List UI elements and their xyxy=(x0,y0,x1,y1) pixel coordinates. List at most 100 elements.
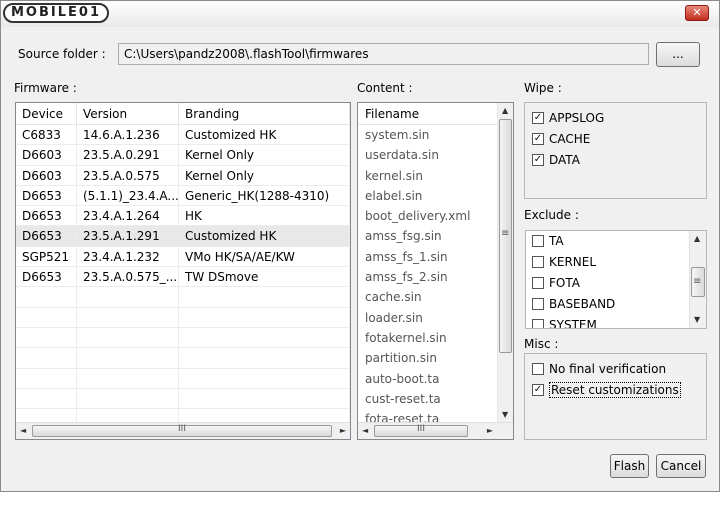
wipe-data-checkbox[interactable]: ✓ DATA xyxy=(532,151,580,169)
cell-branding: Customized HK xyxy=(179,226,350,246)
checkbox-box[interactable] xyxy=(532,256,544,268)
no-final-verification-checkbox[interactable]: No final verification xyxy=(532,360,666,378)
list-item[interactable]: cache.sin xyxy=(358,287,498,307)
table-row[interactable]: D6653 23.4.A.1.264 HK xyxy=(16,206,350,227)
cell-version: 14.6.A.1.236 xyxy=(77,125,179,145)
table-row[interactable]: D6653 23.5.A.0.575_... TW DSmove xyxy=(16,267,350,288)
content-horizontal-scrollbar[interactable]: ◄ III ► xyxy=(358,422,513,439)
cell-version xyxy=(77,368,179,388)
cell-version: 23.5.A.0.575_... xyxy=(77,267,179,287)
list-item[interactable]: partition.sin xyxy=(358,348,498,368)
exclude-vertical-scrollbar[interactable]: ▲ ≡ ▼ xyxy=(689,231,706,328)
checkbox-box[interactable]: ✓ xyxy=(532,112,544,124)
flash-button[interactable]: Flash xyxy=(610,454,649,478)
firmware-rows: C6833 14.6.A.1.236 Customized HK D6603 23.5.… xyxy=(16,125,350,430)
scroll-thumb[interactable]: III xyxy=(32,424,332,437)
wipe-appslog-checkbox[interactable]: ✓ APPSLOG xyxy=(532,109,604,127)
list-item[interactable]: cust-reset.ta xyxy=(358,389,498,409)
list-item[interactable]: kernel.sin xyxy=(358,166,498,186)
list-item[interactable]: fotakernel.sin xyxy=(358,328,498,348)
list-item[interactable]: boot_delivery.xml xyxy=(358,206,498,226)
scroll-right-icon[interactable]: ► xyxy=(340,423,346,439)
list-item[interactable]: loader.sin xyxy=(358,308,498,328)
list-item[interactable]: system.sin xyxy=(358,125,498,145)
exclude-list[interactable]: TA KERNEL FOTA BASEBAND SYSTEM ▲ ≡ ▼ xyxy=(525,230,707,329)
checkbox-box[interactable] xyxy=(532,363,544,375)
table-row[interactable]: D6653 (5.1.1)_23.4.A... Generic_HK(1288-43… xyxy=(16,185,350,207)
cell-device xyxy=(16,388,77,409)
scroll-thumb[interactable]: ≡ xyxy=(691,267,705,297)
table-row xyxy=(16,287,350,308)
cell-branding: Generic_HK(1288-4310) xyxy=(179,185,350,206)
cell-branding xyxy=(179,368,350,388)
column-header-device[interactable]: Device xyxy=(16,103,77,124)
checkbox-label: APPSLOG xyxy=(549,111,605,125)
checkbox-box[interactable]: ✓ xyxy=(532,384,544,396)
table-row[interactable]: D6603 23.5.A.0.291 Kernel Only xyxy=(16,145,350,166)
content-items: system.sin userdata.sin kernel.sin elabel.s… xyxy=(358,125,513,429)
wipe-cache-checkbox[interactable]: ✓ CACHE xyxy=(532,130,590,148)
table-row[interactable]: D6603 23.5.A.0.575 Kernel Only xyxy=(16,165,350,186)
source-folder-input[interactable]: C:\Users\pandz2008\.flashTool\firmwares xyxy=(118,43,649,65)
scroll-up-icon[interactable]: ▲ xyxy=(694,231,700,247)
checkbox-label: BASEBAND xyxy=(549,297,616,311)
title-bar[interactable]: MOBILE01 ✕ xyxy=(1,1,719,27)
cancel-button[interactable]: Cancel xyxy=(656,454,706,478)
checkbox-box[interactable] xyxy=(532,277,544,289)
checkbox-box[interactable] xyxy=(532,319,544,328)
cell-version: (5.1.1)_23.4.A... xyxy=(77,185,179,206)
list-item[interactable]: amss_fs_2.sin xyxy=(358,267,498,287)
scroll-thumb[interactable]: III xyxy=(374,424,468,437)
cell-version: 23.5.A.0.291 xyxy=(77,145,179,165)
browse-button[interactable]: ... xyxy=(656,42,700,67)
checkbox-label: KERNEL xyxy=(549,255,597,269)
reset-customizations-checkbox[interactable]: ✓ Reset customizations xyxy=(532,381,681,399)
checkbox-box[interactable]: ✓ xyxy=(532,154,544,166)
exclude-baseband-checkbox[interactable]: BASEBAND xyxy=(532,295,615,313)
scroll-thumb[interactable]: ≡ xyxy=(499,119,512,353)
checkbox-box[interactable] xyxy=(532,235,544,247)
cell-version xyxy=(77,287,179,307)
scroll-up-icon[interactable]: ▲ xyxy=(502,103,508,119)
cell-branding xyxy=(179,348,350,368)
close-button[interactable]: ✕ xyxy=(685,5,709,21)
cell-branding: Customized HK xyxy=(179,125,350,145)
cell-device: D6603 xyxy=(16,145,77,165)
checkbox-label: CACHE xyxy=(549,132,591,146)
column-header-filename[interactable]: Filename xyxy=(358,103,498,125)
column-header-version[interactable]: Version xyxy=(77,103,179,124)
scroll-down-icon[interactable]: ▼ xyxy=(502,407,508,423)
exclude-kernel-checkbox[interactable]: KERNEL xyxy=(532,253,596,271)
checkbox-box[interactable]: ✓ xyxy=(532,133,544,145)
table-row[interactable]: SGP521 23.4.A.1.232 VMo HK/SA/AE/KW xyxy=(16,246,350,268)
list-item[interactable]: userdata.sin xyxy=(358,145,498,165)
exclude-fota-checkbox[interactable]: FOTA xyxy=(532,274,580,292)
table-row[interactable]: D6653 23.5.A.1.291 Customized HK xyxy=(16,226,350,247)
cell-branding xyxy=(179,307,350,327)
table-row xyxy=(16,368,350,389)
content-list[interactable]: Filename system.sin userdata.sin kernel.si… xyxy=(357,102,514,440)
scroll-down-icon[interactable]: ▼ xyxy=(694,312,700,328)
list-item[interactable]: auto-boot.ta xyxy=(358,369,498,389)
table-row xyxy=(16,388,350,410)
cell-device xyxy=(16,287,77,307)
checkbox-box[interactable] xyxy=(532,298,544,310)
list-item[interactable]: amss_fsg.sin xyxy=(358,226,498,246)
cell-device: D6653 xyxy=(16,185,77,206)
list-item[interactable]: elabel.sin xyxy=(358,186,498,206)
scroll-right-icon[interactable]: ► xyxy=(487,423,493,439)
cell-device xyxy=(16,327,77,348)
column-header-branding[interactable]: Branding xyxy=(179,103,350,124)
flashtool-window: MOBILE01 ✕ Source folder : C:\Users\pand… xyxy=(0,0,720,492)
list-item[interactable]: amss_fs_1.sin xyxy=(358,247,498,267)
table-row[interactable]: C6833 14.6.A.1.236 Customized HK xyxy=(16,125,350,146)
exclude-ta-checkbox[interactable]: TA xyxy=(532,232,564,250)
grip-icon: III xyxy=(178,424,186,434)
content-vertical-scrollbar[interactable]: ▲ ≡ ▼ xyxy=(497,103,513,423)
firmware-horizontal-scrollbar[interactable]: ◄ III ► xyxy=(16,422,350,439)
scroll-left-icon[interactable]: ◄ xyxy=(362,423,368,439)
misc-group: No final verification ✓ Reset customizat… xyxy=(524,353,707,440)
firmware-table[interactable]: Device Version Branding C6833 14.6.A.1.23… xyxy=(15,102,351,440)
exclude-system-checkbox[interactable]: SYSTEM xyxy=(532,316,597,328)
scroll-left-icon[interactable]: ◄ xyxy=(20,423,26,439)
